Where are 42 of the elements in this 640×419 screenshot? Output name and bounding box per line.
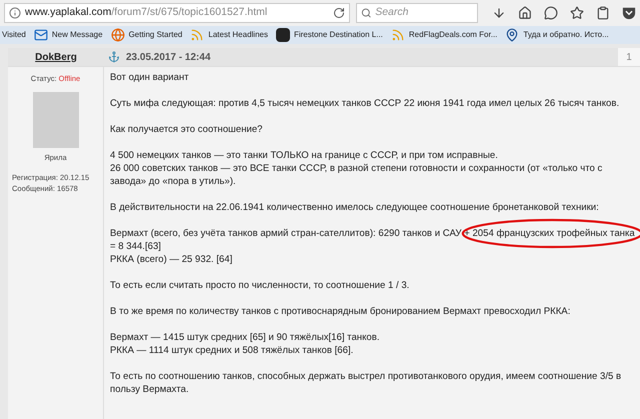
bookmark-link[interactable]: Visited	[2, 29, 26, 41]
bookmark-link[interactable]: New Message	[34, 28, 103, 42]
post-text: В то же время по количеству танков с противоснарядным бронированием Вермахт превосходил РККА:	[110, 305, 572, 318]
globe-icon	[110, 28, 125, 42]
search-field[interactable]: Search	[356, 3, 478, 23]
feed-icon	[190, 28, 204, 42]
post-text: То есть по соотношению танков, способных держать выстрел противотанкового орудия, имеем соотношение 3/5 в пользу Вермахта.	[110, 370, 622, 396]
search-icon	[360, 7, 372, 19]
bookmark-link[interactable]: Getting Started	[110, 28, 182, 42]
mail-icon	[34, 28, 48, 42]
post-text: В действительности на 22.06.1941 количественно имелось следующее соотношение бронетанковой техники:	[110, 201, 600, 214]
download-icon[interactable]	[492, 6, 506, 20]
post-text: То есть если считать просто по численности, то соотношение 1 / 3.	[110, 279, 410, 292]
url-text: www.yaplakal.com/forum7/st/675/topic1601527.html	[25, 5, 268, 20]
pin-icon	[505, 28, 520, 42]
anchor-icon[interactable]	[108, 51, 120, 63]
bookmark-link[interactable]: Firestone Destination L...	[276, 28, 383, 42]
search-input[interactable]: Search	[375, 5, 473, 21]
bookmark-link[interactable]: Туда и обратно. Исто...	[505, 28, 609, 42]
post-text: Вот один вариант	[110, 71, 190, 84]
post-text: 4 500 немецких танков — это танки ТОЛЬКО на границе с СССР, и при том исправные.	[110, 149, 499, 162]
photo-placeholder	[32, 92, 78, 148]
post-date: 23.05.2017 - 12:44	[126, 50, 211, 64]
bookmark-link[interactable]: Latest Headlines	[190, 28, 268, 42]
bookmark-link[interactable]: RedFlagDeals.com For...	[390, 28, 498, 42]
post-text: Вермахт — 1415 штук средних [65] и 90 тяжёлых[16] танков.	[110, 331, 381, 344]
post-text: Вермахт (всего, без учёта танков армий стран-сателлитов): 6290 танков и САУ + 2054 французских трофейных танка = 8 344.[63]	[110, 227, 640, 253]
post-text: РККА (всего) — 25 932. [64]	[110, 253, 234, 266]
home-icon[interactable]	[518, 6, 532, 20]
post-text: Суть мифа следующая: против 4,5 тысяч немецких танков СССР 22 июня 1941 года имел целых 26 тысяч танков.	[110, 97, 620, 110]
clipboard-icon[interactable]	[596, 6, 610, 20]
post-text: 26 000 советских танков — это ВСЕ танки СССР, в разной степени готовности и сохранности (от «только что с завода» до «пора в утиль»).	[110, 162, 604, 188]
post-text: РККА — 1114 штук средних и 508 тяжёлых танков [66].	[110, 344, 354, 357]
author-name[interactable]: DokBerg	[35, 50, 77, 64]
star-icon[interactable]	[570, 6, 584, 20]
reload-icon[interactable]	[332, 7, 345, 19]
pocket-icon[interactable]	[622, 6, 636, 20]
post-text: Как получается это соотношение?	[110, 123, 264, 136]
info-icon	[9, 7, 21, 19]
chat-icon[interactable]	[544, 6, 558, 20]
feed-icon	[390, 28, 405, 42]
url-field[interactable]: www.yaplakal.com/forum7/st/675/topic1601527.html	[4, 3, 350, 23]
